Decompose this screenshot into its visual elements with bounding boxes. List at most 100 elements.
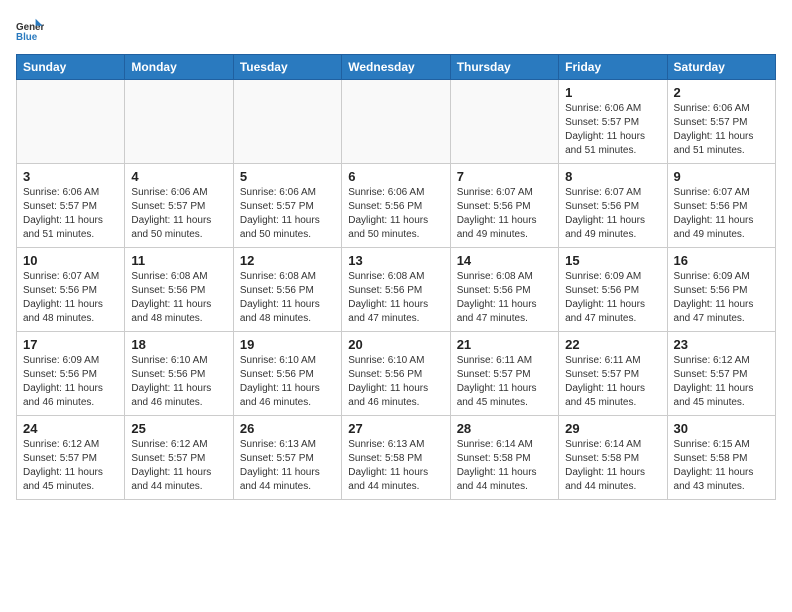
- page: General Blue SundayMondayTuesdayWednesda…: [0, 0, 792, 512]
- weekday-header-sunday: Sunday: [17, 55, 125, 80]
- day-info: Sunrise: 6:12 AM Sunset: 5:57 PM Dayligh…: [674, 354, 769, 410]
- calendar-cell: [17, 80, 125, 164]
- calendar-cell: 5Sunrise: 6:06 AM Sunset: 5:57 PM Daylig…: [233, 164, 341, 248]
- calendar-cell: 17 Sunrise: 6:09 AM Sunset: 5:56 PM Dayli…: [17, 332, 125, 416]
- day-number: 9: [674, 169, 769, 184]
- day-number: 7: [457, 169, 552, 184]
- day-info: Sunrise: 6:06 AM Sunset: 5:57 PM Dayligh…: [565, 102, 660, 158]
- day-info: Sunrise: 6:11 AM Sunset: 5:57 PM Dayligh…: [565, 354, 660, 410]
- day-info: Sunrise: 6:09 AM Sunset: 5:56 PM Dayligh…: [674, 270, 769, 326]
- day-number: 23: [674, 337, 769, 352]
- calendar-cell: 26 Sunrise: 6:13 AM Sunset: 5:57 PM Dayli…: [233, 416, 341, 500]
- day-info: Sunrise: 6:09 AM Sunset: 5:56 PM Dayligh…: [565, 270, 660, 326]
- day-number: 16: [674, 253, 769, 268]
- day-number: 22: [565, 337, 660, 352]
- day-info: Sunrise: 6:06 AM Sunset: 5:57 PM Dayligh…: [23, 186, 118, 242]
- week-row-3: 17 Sunrise: 6:09 AM Sunset: 5:56 PM Dayli…: [17, 332, 776, 416]
- day-number: 13: [348, 253, 443, 268]
- day-info: Sunrise: 6:09 AM Sunset: 5:56 PM Dayligh…: [23, 354, 118, 410]
- day-number: 1: [565, 85, 660, 100]
- calendar-cell: 27Sunrise: 6:13 AM Sunset: 5:58 PM Dayli…: [342, 416, 450, 500]
- calendar-cell: 30 Sunrise: 6:15 AM Sunset: 5:58 PM Dayli…: [667, 416, 775, 500]
- calendar-cell: 23 Sunrise: 6:12 AM Sunset: 5:57 PM Dayli…: [667, 332, 775, 416]
- day-info: Sunrise: 6:08 AM Sunset: 5:56 PM Dayligh…: [348, 270, 443, 326]
- day-number: 3: [23, 169, 118, 184]
- weekday-header-friday: Friday: [559, 55, 667, 80]
- calendar-cell: 19Sunrise: 6:10 AM Sunset: 5:56 PM Dayli…: [233, 332, 341, 416]
- calendar-cell: 9 Sunrise: 6:07 AM Sunset: 5:56 PM Daylig…: [667, 164, 775, 248]
- calendar-cell: 22 Sunrise: 6:11 AM Sunset: 5:57 PM Dayli…: [559, 332, 667, 416]
- day-info: Sunrise: 6:06 AM Sunset: 5:57 PM Dayligh…: [131, 186, 226, 242]
- calendar-cell: 7 Sunrise: 6:07 AM Sunset: 5:56 PM Daylig…: [450, 164, 558, 248]
- week-row-4: 24 Sunrise: 6:12 AM Sunset: 5:57 PM Dayli…: [17, 416, 776, 500]
- day-info: Sunrise: 6:14 AM Sunset: 5:58 PM Dayligh…: [565, 438, 660, 494]
- day-number: 4: [131, 169, 226, 184]
- calendar-cell: 12 Sunrise: 6:08 AM Sunset: 5:56 PM Dayli…: [233, 248, 341, 332]
- day-info: Sunrise: 6:10 AM Sunset: 5:56 PM Dayligh…: [131, 354, 226, 410]
- calendar-cell: [233, 80, 341, 164]
- calendar-cell: 14 Sunrise: 6:08 AM Sunset: 5:56 PM Dayli…: [450, 248, 558, 332]
- day-info: Sunrise: 6:07 AM Sunset: 5:56 PM Dayligh…: [674, 186, 769, 242]
- calendar-cell: 1 Sunrise: 6:06 AM Sunset: 5:57 PM Daylig…: [559, 80, 667, 164]
- calendar-cell: 28Sunrise: 6:14 AM Sunset: 5:58 PM Dayli…: [450, 416, 558, 500]
- day-number: 6: [348, 169, 443, 184]
- day-number: 20: [348, 337, 443, 352]
- calendar-cell: 6Sunrise: 6:06 AM Sunset: 5:56 PM Daylig…: [342, 164, 450, 248]
- calendar-cell: 15 Sunrise: 6:09 AM Sunset: 5:56 PM Dayli…: [559, 248, 667, 332]
- day-number: 2: [674, 85, 769, 100]
- day-number: 17: [23, 337, 118, 352]
- calendar-cell: 13 Sunrise: 6:08 AM Sunset: 5:56 PM Dayli…: [342, 248, 450, 332]
- day-info: Sunrise: 6:08 AM Sunset: 5:56 PM Dayligh…: [240, 270, 335, 326]
- calendar-cell: 20Sunrise: 6:10 AM Sunset: 5:56 PM Dayli…: [342, 332, 450, 416]
- header: General Blue: [16, 16, 776, 44]
- calendar-cell: 21 Sunrise: 6:11 AM Sunset: 5:57 PM Dayli…: [450, 332, 558, 416]
- day-info: Sunrise: 6:07 AM Sunset: 5:56 PM Dayligh…: [23, 270, 118, 326]
- weekday-header-row: SundayMondayTuesdayWednesdayThursdayFrid…: [17, 55, 776, 80]
- weekday-header-saturday: Saturday: [667, 55, 775, 80]
- calendar-cell: 16 Sunrise: 6:09 AM Sunset: 5:56 PM Dayli…: [667, 248, 775, 332]
- calendar-cell: [342, 80, 450, 164]
- calendar-cell: 18 Sunrise: 6:10 AM Sunset: 5:56 PM Dayli…: [125, 332, 233, 416]
- calendar-cell: 25 Sunrise: 6:12 AM Sunset: 5:57 PM Dayli…: [125, 416, 233, 500]
- calendar-header: SundayMondayTuesdayWednesdayThursdayFrid…: [17, 55, 776, 80]
- calendar-cell: 4 Sunrise: 6:06 AM Sunset: 5:57 PM Daylig…: [125, 164, 233, 248]
- day-number: 12: [240, 253, 335, 268]
- logo-icon: General Blue: [16, 16, 44, 44]
- week-row-0: 1 Sunrise: 6:06 AM Sunset: 5:57 PM Daylig…: [17, 80, 776, 164]
- calendar-cell: 24 Sunrise: 6:12 AM Sunset: 5:57 PM Dayli…: [17, 416, 125, 500]
- day-info: Sunrise: 6:08 AM Sunset: 5:56 PM Dayligh…: [457, 270, 552, 326]
- weekday-header-tuesday: Tuesday: [233, 55, 341, 80]
- day-info: Sunrise: 6:08 AM Sunset: 5:56 PM Dayligh…: [131, 270, 226, 326]
- day-number: 14: [457, 253, 552, 268]
- day-number: 15: [565, 253, 660, 268]
- day-info: Sunrise: 6:12 AM Sunset: 5:57 PM Dayligh…: [23, 438, 118, 494]
- day-info: Sunrise: 6:10 AM Sunset: 5:56 PM Dayligh…: [240, 354, 335, 410]
- day-number: 25: [131, 421, 226, 436]
- weekday-header-wednesday: Wednesday: [342, 55, 450, 80]
- day-number: 18: [131, 337, 226, 352]
- calendar-cell: [450, 80, 558, 164]
- weekday-header-thursday: Thursday: [450, 55, 558, 80]
- day-info: Sunrise: 6:14 AM Sunset: 5:58 PM Dayligh…: [457, 438, 552, 494]
- svg-text:Blue: Blue: [16, 32, 38, 43]
- day-number: 30: [674, 421, 769, 436]
- day-info: Sunrise: 6:06 AM Sunset: 5:57 PM Dayligh…: [674, 102, 769, 158]
- calendar-cell: 2 Sunrise: 6:06 AM Sunset: 5:57 PM Daylig…: [667, 80, 775, 164]
- day-info: Sunrise: 6:07 AM Sunset: 5:56 PM Dayligh…: [565, 186, 660, 242]
- calendar-table: SundayMondayTuesdayWednesdayThursdayFrid…: [16, 54, 776, 500]
- day-info: Sunrise: 6:13 AM Sunset: 5:57 PM Dayligh…: [240, 438, 335, 494]
- day-number: 26: [240, 421, 335, 436]
- calendar-cell: 10Sunrise: 6:07 AM Sunset: 5:56 PM Dayli…: [17, 248, 125, 332]
- day-number: 29: [565, 421, 660, 436]
- day-info: Sunrise: 6:15 AM Sunset: 5:58 PM Dayligh…: [674, 438, 769, 494]
- day-number: 24: [23, 421, 118, 436]
- day-number: 8: [565, 169, 660, 184]
- day-number: 27: [348, 421, 443, 436]
- day-info: Sunrise: 6:11 AM Sunset: 5:57 PM Dayligh…: [457, 354, 552, 410]
- day-number: 21: [457, 337, 552, 352]
- week-row-2: 10Sunrise: 6:07 AM Sunset: 5:56 PM Dayli…: [17, 248, 776, 332]
- day-info: Sunrise: 6:07 AM Sunset: 5:56 PM Dayligh…: [457, 186, 552, 242]
- day-info: Sunrise: 6:12 AM Sunset: 5:57 PM Dayligh…: [131, 438, 226, 494]
- day-number: 11: [131, 253, 226, 268]
- day-number: 5: [240, 169, 335, 184]
